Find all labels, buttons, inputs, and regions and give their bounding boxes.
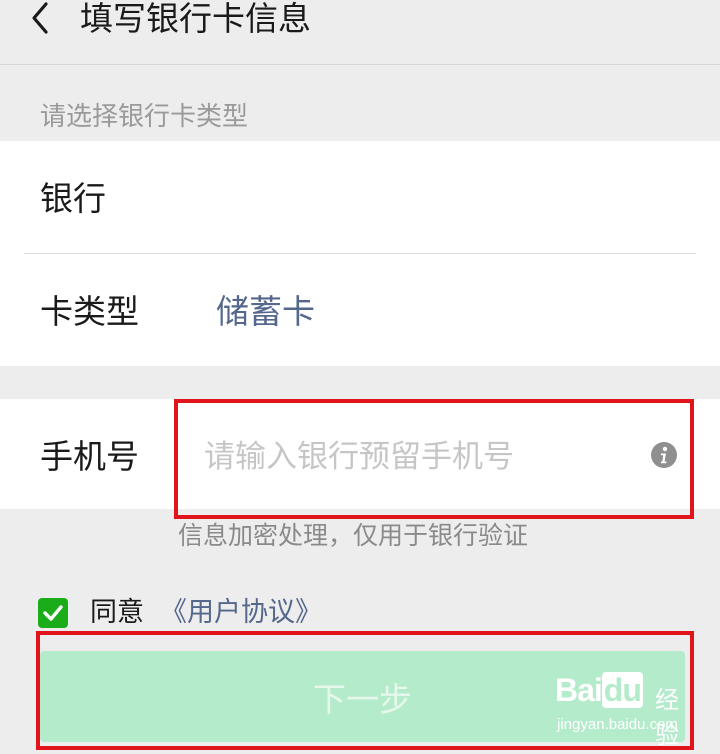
phone-row: 手机号 xyxy=(0,399,720,509)
card-type-section: 银行 卡类型 储蓄卡 xyxy=(0,141,720,366)
header-bar: 填写银行卡信息 xyxy=(0,0,720,65)
chevron-left-icon xyxy=(32,2,48,34)
card-type-value: 储蓄卡 xyxy=(216,292,315,331)
next-button[interactable]: 下一步 xyxy=(40,651,685,742)
check-icon xyxy=(43,605,63,621)
info-icon[interactable] xyxy=(650,441,678,469)
bank-row[interactable]: 银行 xyxy=(0,141,720,253)
bank-label: 银行 xyxy=(40,179,106,218)
card-type-label: 卡类型 xyxy=(40,292,139,331)
section-label: 请选择银行卡类型 xyxy=(40,102,249,132)
encryption-hint: 信息加密处理，仅用于银行验证 xyxy=(178,521,529,550)
user-agreement-link[interactable]: 《用户协议》 xyxy=(160,596,322,630)
back-button[interactable] xyxy=(22,0,62,40)
phone-input[interactable] xyxy=(204,435,624,479)
phone-label: 手机号 xyxy=(40,437,139,476)
card-type-row[interactable]: 卡类型 储蓄卡 xyxy=(0,254,720,366)
agree-text: 同意 xyxy=(90,597,144,628)
page-title: 填写银行卡信息 xyxy=(80,0,311,38)
agree-checkbox[interactable] xyxy=(38,598,68,628)
